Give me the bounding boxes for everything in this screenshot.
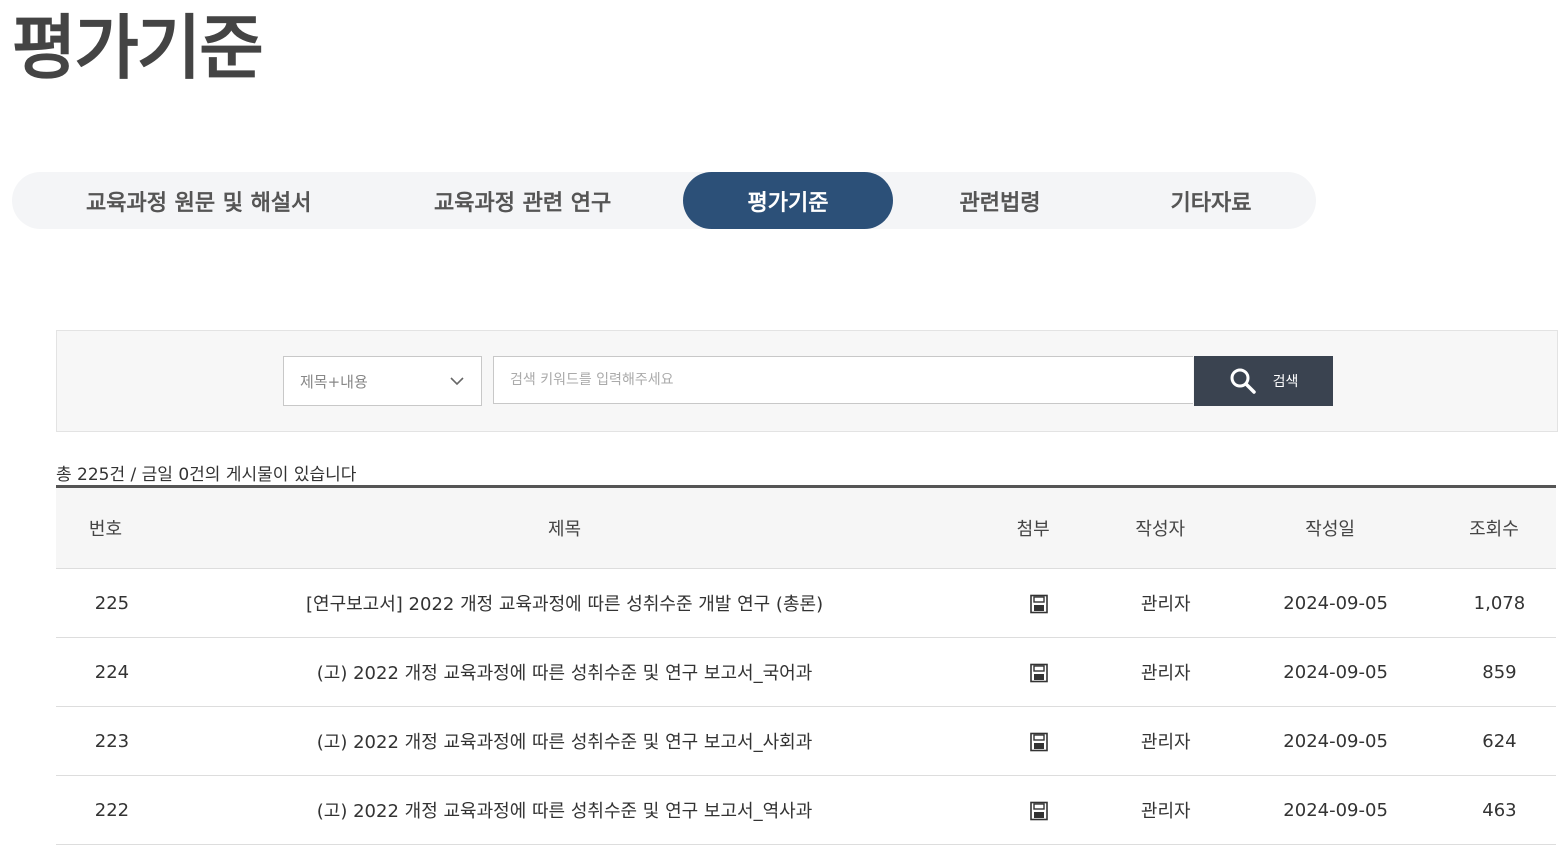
category-tabs: 교육과정 원문 및 해설서 교육과정 관련 연구 평가기준 관련법령 기타자료 (12, 172, 1316, 229)
chevron-down-icon (450, 377, 464, 386)
file-icon (1029, 663, 1048, 682)
row-views: 624 (1431, 706, 1556, 776)
header-attach: 첨부 (974, 486, 1093, 569)
table-row[interactable]: 222 (고) 2022 개정 교육과정에 따른 성취수준 및 연구 보고서_역… (56, 775, 1556, 845)
post-table: 번호 제목 첨부 작성자 작성일 조회수 225 [연구보고서] 2022 개정… (56, 485, 1556, 845)
page-title: 평가기준 (12, 7, 264, 89)
header-author: 작성자 (1092, 486, 1229, 569)
row-date: 2024-09-05 (1228, 637, 1432, 707)
row-attachment[interactable] (974, 568, 1093, 638)
table-row[interactable]: 224 (고) 2022 개정 교육과정에 따른 성취수준 및 연구 보고서_국… (56, 637, 1556, 707)
table-row[interactable]: 225 [연구보고서] 2022 개정 교육과정에 따른 성취수준 개발 연구 … (56, 568, 1556, 638)
search-scope-select[interactable]: 제목+내용 (283, 356, 482, 406)
row-attachment[interactable] (974, 775, 1093, 845)
row-views: 1,078 (1431, 568, 1556, 638)
search-panel: 제목+내용 검색 (56, 330, 1558, 432)
row-views: 463 (1431, 775, 1556, 845)
search-scope-value: 제목+내용 (300, 373, 368, 391)
row-attachment[interactable] (974, 706, 1093, 776)
row-author: 관리자 (1092, 775, 1229, 845)
tab-other-materials[interactable]: 기타자료 (1106, 172, 1316, 229)
file-icon (1029, 594, 1048, 613)
search-input[interactable] (493, 356, 1193, 404)
tab-related-laws[interactable]: 관련법령 (895, 172, 1105, 229)
header-title: 제목 (154, 486, 975, 569)
row-no: 222 (56, 775, 155, 845)
row-title-link[interactable]: (고) 2022 개정 교육과정에 따른 성취수준 및 연구 보고서_사회과 (154, 706, 975, 776)
row-title-link[interactable]: [연구보고서] 2022 개정 교육과정에 따른 성취수준 개발 연구 (총론) (154, 568, 975, 638)
row-no: 223 (56, 706, 155, 776)
row-attachment[interactable] (974, 637, 1093, 707)
file-icon (1029, 801, 1048, 820)
tab-curriculum-research[interactable]: 교육과정 관련 연구 (434, 172, 611, 229)
row-date: 2024-09-05 (1228, 706, 1432, 776)
row-no: 224 (56, 637, 155, 707)
tab-curriculum-originals[interactable]: 교육과정 원문 및 해설서 (86, 172, 311, 229)
row-date: 2024-09-05 (1228, 568, 1432, 638)
row-title-link[interactable]: (고) 2022 개정 교육과정에 따른 성취수준 및 연구 보고서_역사과 (154, 775, 975, 845)
row-author: 관리자 (1092, 568, 1229, 638)
tab-assessment-criteria[interactable]: 평가기준 (683, 172, 893, 229)
header-no: 번호 (56, 486, 155, 569)
table-header-row: 번호 제목 첨부 작성자 작성일 조회수 (56, 486, 1556, 569)
row-date: 2024-09-05 (1228, 775, 1432, 845)
file-icon (1029, 732, 1048, 751)
row-author: 관리자 (1092, 637, 1229, 707)
search-button[interactable]: 검색 (1194, 356, 1333, 406)
search-button-label: 검색 (1272, 374, 1299, 390)
table-row[interactable]: 223 (고) 2022 개정 교육과정에 따른 성취수준 및 연구 보고서_사… (56, 706, 1556, 776)
row-author: 관리자 (1092, 706, 1229, 776)
row-title-link[interactable]: (고) 2022 개정 교육과정에 따른 성취수준 및 연구 보고서_국어과 (154, 637, 975, 707)
post-count-summary: 총 225건 / 금일 0건의 게시물이 있습니다 (56, 465, 357, 485)
search-icon (1230, 368, 1256, 394)
header-date: 작성일 (1228, 486, 1432, 569)
row-views: 859 (1431, 637, 1556, 707)
header-views: 조회수 (1431, 486, 1556, 569)
row-no: 225 (56, 568, 155, 638)
